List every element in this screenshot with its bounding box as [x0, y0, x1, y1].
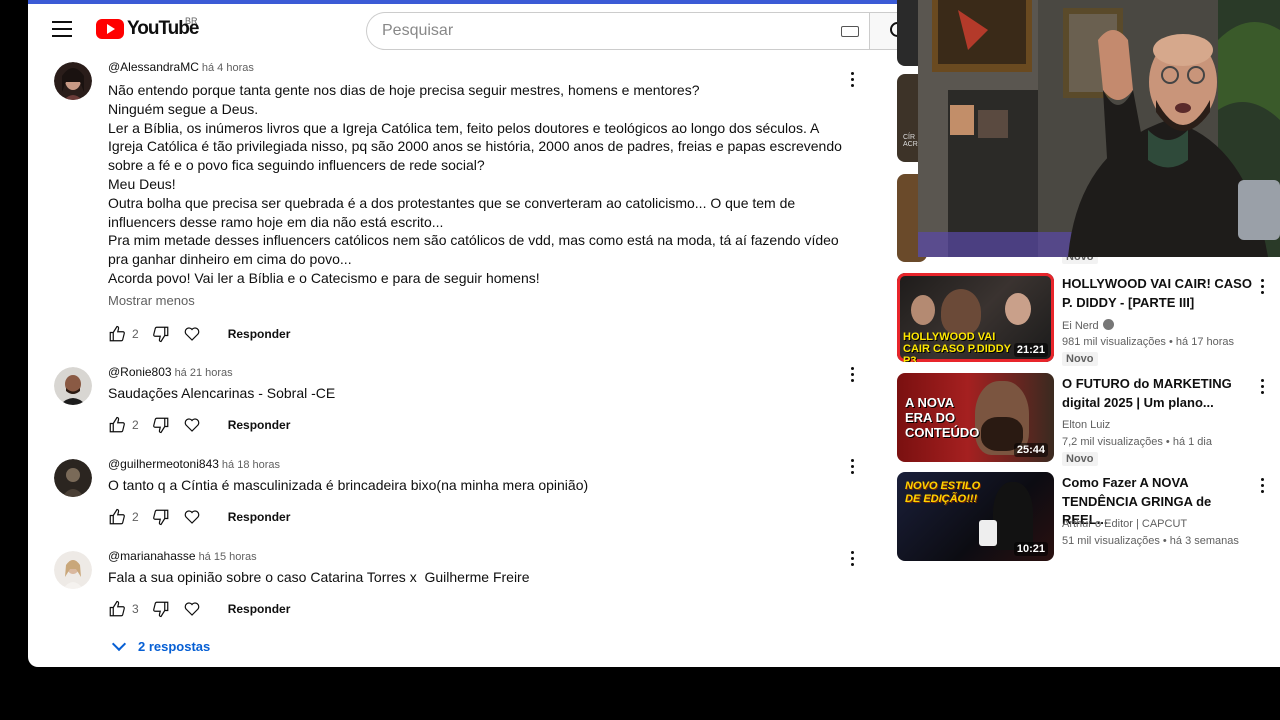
upload-age: há 1 dia	[1172, 436, 1212, 448]
video-meta: 51 mil visualizações • há 3 semanas	[1062, 535, 1239, 547]
video-duration: 25:44	[1013, 443, 1048, 457]
video-meta: 7,2 mil visualizações • há 1 dia	[1062, 436, 1212, 448]
menu-icon[interactable]	[52, 21, 72, 37]
channel-name[interactable]: Elton Luiz	[1062, 419, 1110, 431]
verified-icon	[1102, 319, 1114, 330]
like-icon[interactable]	[108, 508, 126, 526]
video-thumbnail[interactable]: HOLLYWOOD VAI CAIR CASO P.DIDDY P3 21:21	[897, 273, 1054, 362]
comment: @Ronie803 há 21 horas Saudações Alencarin…	[54, 363, 874, 455]
thumbnail-caption: HOLLYWOOD VAI CAIR CASO P.DIDDY P3	[903, 331, 1011, 362]
webcam-scene	[918, 0, 1280, 257]
comment-actions: 3 Responder	[108, 596, 874, 622]
more-actions-icon[interactable]	[851, 551, 855, 567]
dislike-icon[interactable]	[152, 600, 170, 618]
upload-age: há 17 horas	[1175, 336, 1235, 348]
reply-button[interactable]: Responder	[228, 418, 291, 432]
more-actions-icon[interactable]	[851, 72, 855, 88]
comment-time[interactable]: há 15 horas	[199, 551, 257, 563]
dislike-icon[interactable]	[152, 416, 170, 434]
comment-text: O tanto q a Cíntia é masculinizada é bri…	[108, 477, 589, 493]
like-icon[interactable]	[108, 600, 126, 618]
recommended-video[interactable]: A NOVA ERA DO CONTEÚDO 25:44 O FUTURO do…	[896, 373, 1280, 466]
recommended-video[interactable]: HOLLYWOOD VAI CAIR CASO P.DIDDY P3 21:21…	[896, 273, 1280, 366]
country-code: BR	[185, 16, 198, 26]
comment-time[interactable]: há 21 horas	[175, 367, 233, 379]
like-count: 2	[132, 417, 139, 432]
search-box[interactable]	[366, 12, 869, 50]
comment-actions: 2 Responder	[108, 504, 874, 530]
comment-author[interactable]: @marianahasse	[108, 549, 196, 563]
upload-age: há 3 semanas	[1169, 535, 1239, 547]
video-meta: 981 mil visualizações • há 17 horas	[1062, 336, 1235, 348]
view-count: 981 mil visualizações	[1062, 336, 1166, 348]
play-logo-icon	[96, 19, 124, 39]
comment: @guilhermeotoni843 há 18 horas O tanto q …	[54, 455, 874, 547]
heart-icon[interactable]	[183, 325, 201, 343]
avatar[interactable]	[54, 367, 92, 405]
new-badge: Novo	[1062, 352, 1098, 366]
video-thumbnail[interactable]: A NOVA ERA DO CONTEÚDO 25:44	[897, 373, 1054, 462]
channel-name[interactable]: Ei Nerd	[1062, 319, 1114, 332]
comment: @marianahasse há 15 horas Fala a sua opin…	[54, 547, 874, 627]
show-less-button[interactable]: Mostrar menos	[108, 293, 874, 313]
video-title[interactable]: O FUTURO do MARKETING digital 2025 | Um …	[1062, 375, 1252, 412]
comment-actions: 2 Responder	[108, 321, 874, 347]
heart-icon[interactable]	[183, 600, 201, 618]
avatar[interactable]	[54, 551, 92, 589]
comment-author[interactable]: @AlessandraMC	[108, 60, 199, 74]
chevron-down-icon	[111, 636, 127, 652]
avatar[interactable]	[54, 459, 92, 497]
comment-text: Fala a sua opinião sobre o caso Catarina…	[108, 569, 530, 585]
like-count: 2	[132, 326, 139, 341]
like-icon[interactable]	[108, 325, 126, 343]
video-more-icon[interactable]	[1261, 478, 1265, 494]
thumbnail-caption: A NOVA ERA DO CONTEÚDO	[905, 395, 980, 440]
video-thumbnail[interactable]: NOVO ESTILO DE EDIÇÃO!!! 10:21	[897, 472, 1054, 561]
channel-name-text: Elton Luiz	[1062, 419, 1111, 431]
like-count: 2	[132, 509, 139, 524]
thumbnail-caption: NOVO ESTILO DE EDIÇÃO!!!	[905, 480, 981, 505]
more-actions-icon[interactable]	[851, 459, 855, 475]
like-count: 3	[132, 601, 139, 616]
comment-author[interactable]: @Ronie803	[108, 365, 172, 379]
webcam-overlay	[918, 0, 1280, 257]
search-input[interactable]	[382, 13, 822, 49]
comment: @AlessandraMC há 4 horas Não entendo porq…	[54, 58, 874, 346]
comments-section: @AlessandraMC há 4 horas Não entendo porq…	[54, 58, 874, 654]
like-icon[interactable]	[108, 416, 126, 434]
dislike-icon[interactable]	[152, 508, 170, 526]
new-badge: Novo	[1062, 452, 1098, 466]
avatar[interactable]	[54, 62, 92, 100]
more-actions-icon[interactable]	[851, 367, 855, 383]
channel-name-text: Ei Nerd	[1062, 320, 1099, 332]
comment-text: Não entendo porque tanta gente nos dias …	[108, 82, 842, 286]
comment-text: Saudações Alencarinas - Sobral -CE	[108, 385, 336, 401]
video-more-icon[interactable]	[1261, 379, 1265, 395]
keyboard-icon[interactable]	[841, 26, 859, 37]
view-count: 7,2 mil visualizações	[1062, 436, 1163, 448]
reply-button[interactable]: Responder	[228, 602, 291, 616]
channel-name[interactable]: Arthur o Editor | CAPCUT	[1062, 518, 1187, 530]
comment-author[interactable]: @guilhermeotoni843	[108, 457, 219, 471]
reply-button[interactable]: Responder	[228, 510, 291, 524]
dislike-icon[interactable]	[152, 325, 170, 343]
view-count: 51 mil visualizações	[1062, 535, 1160, 547]
replies-count-label: 2 respostas	[138, 639, 211, 654]
video-more-icon[interactable]	[1261, 279, 1265, 295]
view-replies-button[interactable]: 2 respostas	[110, 636, 874, 654]
comment-actions: 2 Responder	[108, 412, 874, 438]
video-duration: 21:21	[1013, 343, 1048, 357]
video-title[interactable]: HOLLYWOOD VAI CAIR! CASO P. DIDDY - [PAR…	[1062, 275, 1252, 312]
recommended-video[interactable]: NOVO ESTILO DE EDIÇÃO!!! 10:21 Como Faze…	[896, 472, 1280, 562]
comment-time[interactable]: há 18 horas	[222, 459, 280, 471]
reply-button[interactable]: Responder	[228, 327, 291, 341]
heart-icon[interactable]	[183, 508, 201, 526]
heart-icon[interactable]	[183, 416, 201, 434]
comment-time[interactable]: há 4 horas	[202, 62, 254, 74]
youtube-logo[interactable]: YouTube	[96, 18, 199, 40]
channel-name-text: Arthur o Editor | CAPCUT	[1062, 518, 1188, 530]
video-duration: 10:21	[1013, 542, 1048, 556]
